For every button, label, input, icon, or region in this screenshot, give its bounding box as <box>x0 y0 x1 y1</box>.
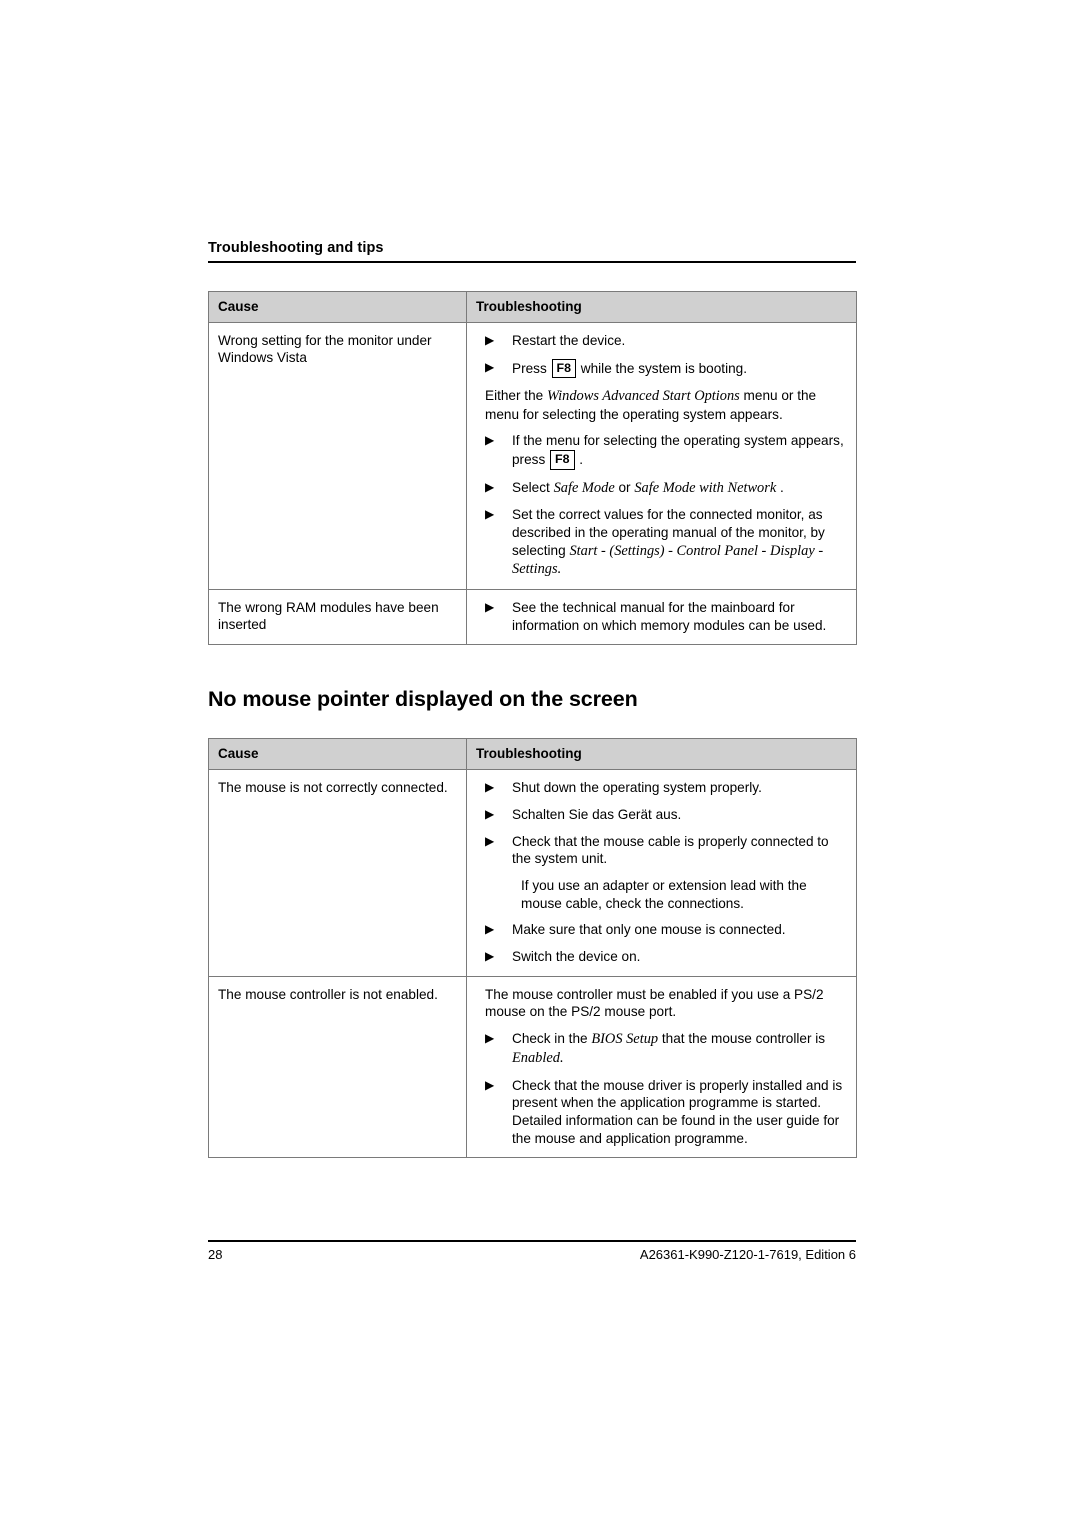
step-text: Check in the BIOS Setup that the mouse c… <box>512 1030 847 1067</box>
step-text: See the technical manual for the mainboa… <box>512 600 827 633</box>
step-item: ▶ Make sure that only one mouse is conne… <box>476 921 847 939</box>
cell-troubleshooting: ▶ Restart the device. ▶ Press F8 while t… <box>466 321 857 591</box>
page-footer: 28 A26361-K990-Z120-1-7619, Edition 6 <box>208 1240 856 1262</box>
step-item: ▶ Check that the mouse driver is properl… <box>476 1077 847 1148</box>
cell-troubleshooting: ▶ Shut down the operating system properl… <box>466 769 857 977</box>
triangle-bullet-icon: ▶ <box>485 600 495 615</box>
step-text: Press F8 while the system is booting. <box>512 358 847 379</box>
step-text-part: that the mouse controller is <box>658 1031 826 1047</box>
emphasis-text: Windows Advanced Start Options <box>546 388 740 405</box>
footer-line: 28 A26361-K990-Z120-1-7619, Edition 6 <box>208 1242 856 1262</box>
step-text-part: Check in the <box>512 1031 592 1047</box>
triangle-bullet-icon: ▶ <box>485 507 495 522</box>
emphasis-text: Safe Mode <box>553 479 615 496</box>
triangle-bullet-icon: ▶ <box>485 833 495 848</box>
troubleshooting-table-mouse: Cause Troubleshooting The mouse is not c… <box>208 738 857 1159</box>
step-text: Set the correct values for the connected… <box>512 506 847 579</box>
step-text: Switch the device on. <box>512 949 641 965</box>
note-paragraph: Either the Windows Advanced Start Option… <box>485 387 847 423</box>
table-row: The mouse controller is not enabled. The… <box>208 975 857 1159</box>
triangle-bullet-icon: ▶ <box>485 333 495 347</box>
triangle-bullet-icon: ▶ <box>485 949 495 964</box>
emphasis-text: Enabled. <box>512 1049 564 1066</box>
cell-cause: Wrong setting for the monitor under Wind… <box>208 321 467 591</box>
triangle-bullet-icon: ▶ <box>485 1077 495 1092</box>
step-item: ▶ Switch the device on. <box>476 948 847 966</box>
table-row: Wrong setting for the monitor under Wind… <box>208 321 857 591</box>
step-text: Select Safe Mode or Safe Mode with Netwo… <box>512 479 847 498</box>
key-cap-f8: F8 <box>550 450 575 470</box>
step-text: Check that the mouse driver is properly … <box>512 1077 843 1146</box>
table-row: The wrong RAM modules have been inserted… <box>208 589 857 646</box>
note-text-part: Either the <box>485 388 547 404</box>
page-number: 28 <box>208 1247 223 1262</box>
triangle-bullet-icon: ▶ <box>485 922 495 937</box>
step-item: ▶ See the technical manual for the mainb… <box>476 599 847 634</box>
step-text: Check that the mouse cable is properly c… <box>512 833 829 867</box>
triangle-bullet-icon: ▶ <box>485 479 495 494</box>
table-row: The mouse is not correctly connected. ▶ … <box>208 769 857 977</box>
table-body: Wrong setting for the monitor under Wind… <box>208 321 857 646</box>
column-header-troubleshooting: Troubleshooting <box>466 291 857 323</box>
step-text: Schalten Sie das Gerät aus. <box>512 807 682 823</box>
step-item: ▶ Press F8 while the system is booting. <box>476 358 847 379</box>
step-text-part: while the system is booting. <box>577 360 748 376</box>
step-text-part: Select <box>512 479 554 495</box>
cell-troubleshooting: The mouse controller must be enabled if … <box>466 975 857 1159</box>
section-heading: No mouse pointer displayed on the screen <box>208 687 638 712</box>
step-text: If the menu for selecting the operating … <box>512 432 847 470</box>
step-item: ▶ Select Safe Mode or Safe Mode with Net… <box>476 479 847 498</box>
cell-cause: The mouse controller is not enabled. <box>208 975 467 1159</box>
column-header-cause: Cause <box>208 738 467 771</box>
step-text-part: . <box>776 479 784 495</box>
triangle-bullet-icon: ▶ <box>485 780 495 795</box>
step-item: ▶ Restart the device. <box>476 332 847 350</box>
cell-troubleshooting: ▶ See the technical manual for the mainb… <box>466 589 857 646</box>
step-text-part: Press <box>512 360 551 376</box>
emphasis-text: BIOS Setup <box>591 1031 659 1048</box>
key-cap-f8: F8 <box>551 358 576 379</box>
running-header-rule <box>208 261 856 263</box>
triangle-bullet-icon: ▶ <box>485 807 495 822</box>
step-text-part: . <box>575 452 584 468</box>
step-text: Restart the device. <box>512 333 626 348</box>
table-body: The mouse is not correctly connected. ▶ … <box>208 769 857 1159</box>
running-header-title: Troubleshooting and tips <box>208 240 384 256</box>
document-id: A26361-K990-Z120-1-7619, Edition 6 <box>639 1247 856 1262</box>
cell-cause: The wrong RAM modules have been inserted <box>208 589 467 646</box>
document-page: Troubleshooting and tips Cause Troublesh… <box>0 0 1080 1527</box>
column-header-cause: Cause <box>208 291 467 323</box>
note-paragraph: If you use an adapter or extension lead … <box>521 878 807 911</box>
column-header-troubleshooting: Troubleshooting <box>466 738 857 771</box>
step-item: ▶ If the menu for selecting the operatin… <box>476 432 847 470</box>
triangle-bullet-icon: ▶ <box>485 359 495 374</box>
step-item: ▶ Check in the BIOS Setup that the mouse… <box>476 1030 847 1067</box>
step-item: ▶ Set the correct values for the connect… <box>476 506 847 579</box>
page-content: Troubleshooting and tips Cause Troublesh… <box>208 240 857 1159</box>
troubleshooting-table-monitor: Cause Troubleshooting Wrong setting for … <box>208 291 857 646</box>
step-text: Shut down the operating system properly. <box>512 780 762 796</box>
step-text-part: or <box>614 479 635 495</box>
table-header-row: Cause Troubleshooting <box>208 738 857 771</box>
step-item: ▶ Schalten Sie das Gerät aus. <box>476 806 847 824</box>
step-text: Make sure that only one mouse is connect… <box>512 922 786 938</box>
triangle-bullet-icon: ▶ <box>485 1031 495 1046</box>
step-item: ▶ Shut down the operating system properl… <box>476 779 847 797</box>
emphasis-text: Safe Mode with Network <box>634 479 777 496</box>
table-header-row: Cause Troubleshooting <box>208 291 857 323</box>
triangle-bullet-icon: ▶ <box>485 433 495 448</box>
note-paragraph: The mouse controller must be enabled if … <box>485 986 824 1020</box>
cell-cause: The mouse is not correctly connected. <box>208 769 467 977</box>
step-item: ▶ Check that the mouse cable is properly… <box>476 833 847 868</box>
